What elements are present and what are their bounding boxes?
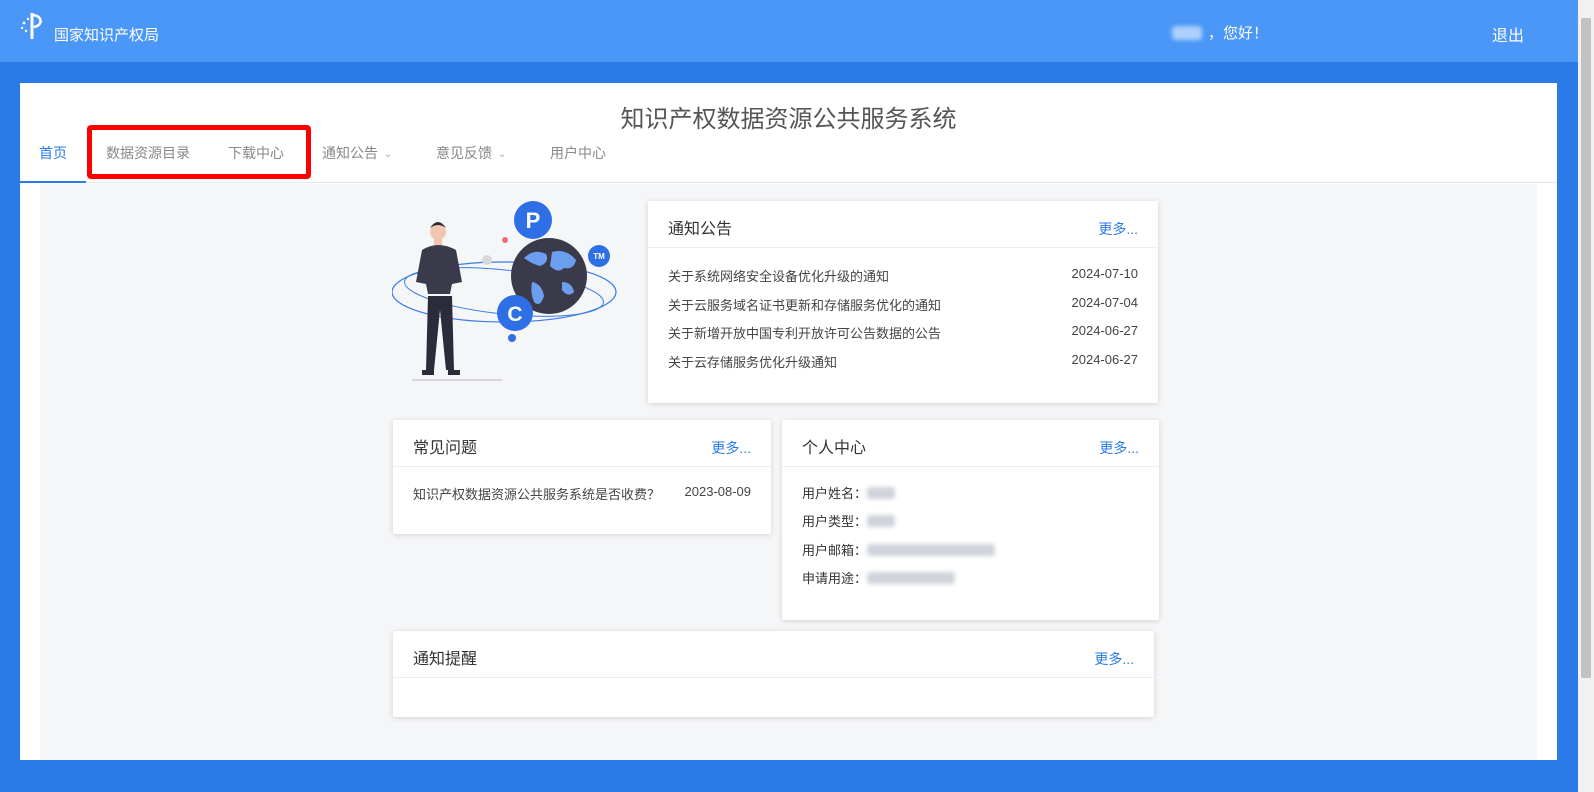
notice-item-title: 关于云存储服务优化升级通知 [668, 355, 838, 370]
tm-badge-text: TM [593, 252, 605, 261]
scrollbar[interactable] [1578, 0, 1594, 792]
personal-more-link[interactable]: 更多... [1099, 438, 1139, 458]
notice-item[interactable]: 关于云服务域名证书更新和存储服务优化的通知 2024-07-04 [668, 295, 1138, 314]
usage-purpose-field: 申请用途： [802, 568, 956, 587]
chevron-down-icon: ⌄ [384, 149, 393, 160]
notice-item-date: 2024-06-27 [1071, 323, 1139, 338]
top-header: 国家知识产权局 ，您好！ 退出 [0, 0, 1594, 62]
notice-card-header: 通知公告 更多... [648, 201, 1158, 248]
user-email-label: 用户邮箱： [802, 543, 868, 558]
reminder-more-link[interactable]: 更多... [1094, 649, 1134, 669]
faq-card-title: 常见问题 [413, 440, 478, 457]
redacted-value [867, 571, 956, 584]
notice-item-date: 2024-07-10 [1071, 266, 1139, 281]
notice-item-title: 关于云服务域名证书更新和存储服务优化的通知 [668, 298, 942, 313]
notice-item-title: 关于新增开放中国专利开放许可公告数据的公告 [668, 326, 942, 341]
logout-button[interactable]: 退出 [1492, 22, 1524, 46]
faq-card-header: 常见问题 更多... [393, 420, 771, 467]
user-type-label: 用户类型： [802, 514, 868, 529]
redacted-value [867, 486, 896, 499]
nav-feedback-label: 意见反馈 [436, 145, 492, 161]
notice-item[interactable]: 关于新增开放中国专利开放许可公告数据的公告 2024-06-27 [668, 323, 1138, 342]
user-type-field: 用户类型： [802, 511, 896, 530]
main-nav: 知识产权数据资源公共服务系统 首页 数据资源目录 下载中心 通知公告 ⌄ 意见反馈… [20, 83, 1557, 183]
nav-notices-label: 通知公告 [322, 145, 378, 161]
nav-home[interactable]: 首页 [20, 143, 86, 183]
org-name: 国家知识产权局 [54, 27, 160, 44]
chevron-down-icon: ⌄ [498, 149, 507, 160]
reminder-card: 通知提醒 更多... [393, 631, 1154, 717]
usage-purpose-label: 申请用途： [802, 571, 868, 586]
nav-notices[interactable]: 通知公告 ⌄ [322, 143, 392, 183]
faq-more-link[interactable]: 更多... [711, 438, 751, 458]
notice-more-link[interactable]: 更多... [1098, 219, 1138, 239]
reminder-card-header: 通知提醒 更多... [393, 631, 1154, 678]
faq-item[interactable]: 知识产权数据资源公共服务系统是否收费？ 2023-08-09 [413, 484, 751, 503]
greeting-text: ，您好！ [1208, 25, 1269, 42]
notice-item[interactable]: 关于云存储服务优化升级通知 2024-06-27 [668, 352, 1138, 371]
global-ip-illustration: P C TM [392, 201, 617, 381]
user-name-label: 用户姓名： [802, 486, 868, 501]
personal-card-header: 个人中心 更多... [782, 420, 1159, 467]
notice-item-title: 关于系统网络安全设备优化升级的通知 [668, 269, 890, 284]
user-greeting: ，您好！ [1172, 22, 1268, 43]
p-badge-text: P [526, 208, 541, 233]
user-email-field: 用户邮箱： [802, 540, 996, 559]
cnipa-logo-icon [20, 12, 42, 39]
notice-card: 通知公告 更多... 关于系统网络安全设备优化升级的通知 2024-07-10 … [648, 201, 1158, 403]
user-name-field: 用户姓名： [802, 483, 896, 502]
scrollbar-thumb[interactable] [1581, 18, 1591, 678]
username-redacted [1172, 25, 1202, 40]
nav-feedback[interactable]: 意见反馈 ⌄ [436, 143, 506, 183]
faq-item-title: 知识产权数据资源公共服务系统是否收费？ [413, 487, 661, 502]
notice-card-title: 通知公告 [668, 221, 733, 238]
nav-user-center[interactable]: 用户中心 [550, 143, 606, 183]
notice-item-date: 2024-07-04 [1071, 295, 1139, 310]
personal-card-title: 个人中心 [802, 440, 867, 457]
faq-item-date: 2023-08-09 [684, 484, 752, 499]
redacted-value [867, 543, 996, 556]
logo: 国家知识产权局 [18, 8, 159, 45]
person-figure [412, 222, 502, 381]
notice-item[interactable]: 关于系统网络安全设备优化升级的通知 2024-07-10 [668, 266, 1138, 285]
redacted-value [867, 514, 896, 527]
faq-card: 常见问题 更多... 知识产权数据资源公共服务系统是否收费？ 2023-08-0… [393, 420, 771, 534]
personal-center-card: 个人中心 更多... 用户姓名： 用户类型： 用户邮箱： 申请用途： [782, 420, 1159, 620]
highlight-box [87, 125, 311, 179]
c-badge-text: C [507, 303, 522, 326]
notice-item-date: 2024-06-27 [1071, 352, 1139, 367]
reminder-card-title: 通知提醒 [413, 651, 478, 668]
